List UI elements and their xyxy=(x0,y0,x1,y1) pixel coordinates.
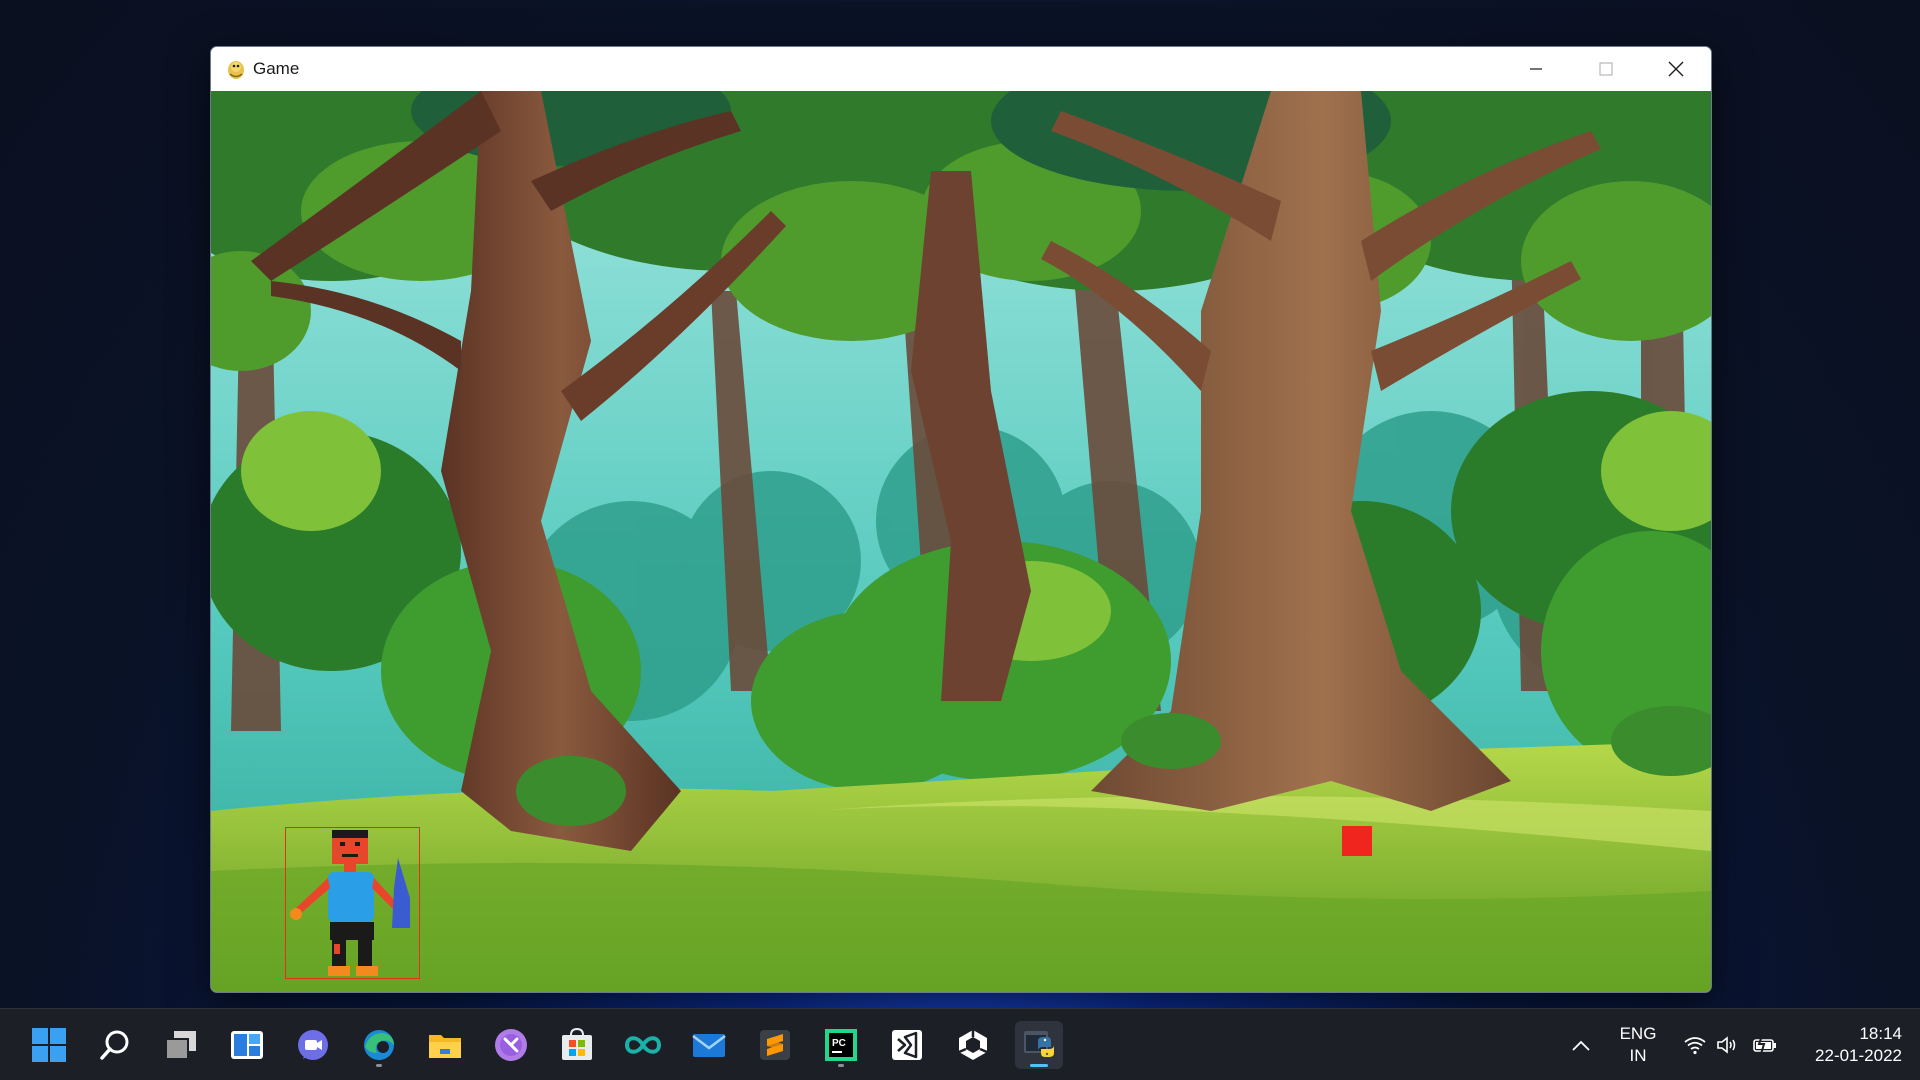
svg-text:PC: PC xyxy=(832,1038,846,1049)
chevron-up-icon xyxy=(1572,1040,1590,1051)
microsoft-store-button[interactable] xyxy=(553,1021,601,1069)
show-hidden-icons-button[interactable] xyxy=(1568,1033,1594,1057)
game-canvas[interactable] xyxy=(211,91,1711,992)
widgets-icon xyxy=(231,1031,263,1059)
pycharm-running-indicator xyxy=(838,1064,844,1067)
purple-app-button[interactable] xyxy=(487,1021,535,1069)
maximize-icon xyxy=(1599,62,1613,76)
pygame-snake-icon xyxy=(228,61,244,79)
minimize-button[interactable] xyxy=(1501,47,1571,91)
search-button[interactable] xyxy=(91,1021,139,1069)
unity-icon xyxy=(958,1030,988,1060)
windows-logo-icon xyxy=(32,1028,66,1062)
clock-time: 18:14 xyxy=(1859,1024,1902,1043)
window-title: Game xyxy=(253,59,300,78)
player-sprite xyxy=(290,830,410,976)
arduino-infinity-icon xyxy=(624,1036,662,1054)
close-button[interactable] xyxy=(1641,47,1711,91)
python-icon xyxy=(1024,1031,1054,1057)
pycharm-icon: PC xyxy=(825,1029,857,1061)
edge-icon xyxy=(364,1030,394,1060)
purple-app-icon xyxy=(495,1029,527,1061)
task-view-button[interactable] xyxy=(157,1021,205,1069)
language-code: ENG xyxy=(1619,1024,1657,1043)
python-button[interactable] xyxy=(1015,1021,1063,1069)
visual-studio-icon xyxy=(892,1030,922,1060)
region-code: IN xyxy=(1629,1046,1647,1065)
battery-status[interactable] xyxy=(1752,1033,1778,1057)
minimize-icon xyxy=(1530,68,1542,70)
mail-icon xyxy=(692,1034,726,1057)
battery-charging-icon xyxy=(1753,1035,1776,1055)
python-active-indicator xyxy=(1030,1064,1048,1067)
pycharm-button[interactable]: PC xyxy=(817,1021,865,1069)
mail-button[interactable] xyxy=(685,1021,733,1069)
close-icon xyxy=(1668,61,1684,77)
widgets-button[interactable] xyxy=(223,1021,271,1069)
enemy-block xyxy=(1342,826,1372,856)
wifi-status[interactable] xyxy=(1682,1033,1708,1057)
clock[interactable]: 18:14 22-01-2022 xyxy=(1790,1023,1902,1067)
file-explorer-button[interactable] xyxy=(421,1021,469,1069)
edge-running-indicator xyxy=(376,1064,382,1067)
language-indicator[interactable]: ENG IN xyxy=(1614,1023,1662,1067)
speaker-icon xyxy=(1717,1036,1736,1054)
title-bar[interactable]: Game xyxy=(211,47,1711,91)
clock-date: 22-01-2022 xyxy=(1815,1046,1902,1065)
wifi-icon xyxy=(1684,1037,1706,1055)
forest-background xyxy=(211,91,1711,992)
game-window: Game xyxy=(210,46,1712,993)
start-button[interactable] xyxy=(25,1021,73,1069)
edge-button[interactable] xyxy=(355,1021,403,1069)
visual-studio-button[interactable] xyxy=(883,1021,931,1069)
sublime-text-icon xyxy=(760,1030,790,1060)
unity-button[interactable] xyxy=(949,1021,997,1069)
player-character xyxy=(285,827,420,979)
teams-chat-icon xyxy=(298,1030,328,1060)
sublime-text-button[interactable] xyxy=(751,1021,799,1069)
chat-button[interactable] xyxy=(289,1021,337,1069)
arduino-button[interactable] xyxy=(619,1021,667,1069)
store-icon xyxy=(562,1027,592,1060)
search-icon xyxy=(100,1030,129,1060)
volume-status[interactable] xyxy=(1714,1033,1740,1057)
taskbar: PC ENG IN 18:14 22-01-2022 xyxy=(0,1008,1920,1080)
folder-icon xyxy=(429,1035,461,1058)
maximize-button[interactable] xyxy=(1571,47,1641,91)
task-view-icon xyxy=(165,1031,196,1060)
